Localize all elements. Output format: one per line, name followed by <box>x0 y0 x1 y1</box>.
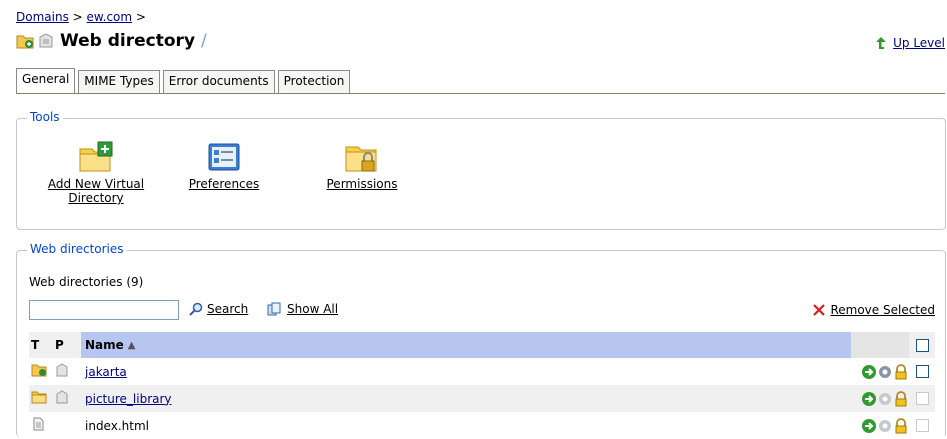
search-icon <box>189 302 203 316</box>
settings-gear-icon <box>879 392 891 405</box>
lock-icon[interactable] <box>893 363 909 380</box>
page-header: Web directory / <box>16 30 207 52</box>
tab-divider <box>16 93 945 94</box>
table-header: T P Name ▲ <box>29 332 935 358</box>
search-link[interactable]: Search <box>207 302 248 316</box>
add-virtual-directory-link[interactable]: Add New Virtual Directory <box>48 177 144 205</box>
file-name: index.html <box>85 418 149 433</box>
go-arrow-icon[interactable] <box>861 391 877 407</box>
settings-gear-icon <box>879 419 891 432</box>
permission-icon <box>39 33 53 48</box>
tools-legend: Tools <box>27 110 63 124</box>
permission-icon <box>56 363 68 377</box>
column-permission[interactable]: P <box>55 338 81 352</box>
show-all-button[interactable]: Show All <box>267 302 338 316</box>
breadcrumb: Domains > ew.com > <box>16 10 146 24</box>
directory-link[interactable]: jakarta <box>85 365 127 379</box>
table-row: picture_library <box>29 385 935 412</box>
breadcrumb-separator: > <box>72 10 83 24</box>
show-all-link[interactable]: Show All <box>287 302 338 316</box>
search-button[interactable]: Search <box>189 302 248 316</box>
tab-error-documents[interactable]: Error documents <box>162 70 275 93</box>
breadcrumb-domains-link[interactable]: Domains <box>16 10 69 24</box>
permission-icon <box>56 390 68 404</box>
search-input[interactable] <box>29 300 179 320</box>
remove-selected-button[interactable]: Remove Selected <box>812 303 935 317</box>
table-row: index.html <box>29 412 935 439</box>
column-name[interactable]: Name ▲ <box>81 332 851 358</box>
sort-ascending-icon: ▲ <box>127 339 136 351</box>
row-checkbox[interactable] <box>915 365 929 378</box>
up-arrow-icon <box>876 37 887 49</box>
directory-link[interactable]: picture_library <box>85 392 172 406</box>
folder-lock-icon <box>345 146 377 172</box>
go-arrow-icon[interactable] <box>861 364 877 380</box>
add-virtual-directory-tool[interactable]: Add New Virtual Directory <box>41 141 151 205</box>
breadcrumb-domain-link[interactable]: ew.com <box>87 10 133 24</box>
folder-icon <box>31 391 47 404</box>
column-name-label: Name <box>85 338 124 352</box>
permissions-link[interactable]: Permissions <box>327 177 398 191</box>
tools-group: Tools Add New Virtual Directory Preferen… <box>16 110 946 230</box>
remove-selected-link[interactable]: Remove Selected <box>830 303 935 317</box>
settings-gear-icon[interactable] <box>877 364 893 380</box>
select-all-cell <box>909 338 935 352</box>
tab-general[interactable]: General <box>16 68 76 93</box>
tab-mime-types[interactable]: MIME Types <box>78 70 160 93</box>
tab-bar: General MIME Types Error documents Prote… <box>16 68 353 93</box>
permissions-tool[interactable]: Permissions <box>317 141 407 191</box>
tab-protection[interactable]: Protection <box>277 70 351 93</box>
breadcrumb-separator: > <box>135 10 146 24</box>
web-directories-table: T P Name ▲ jakarta picture_library index… <box>29 332 935 439</box>
lock-icon[interactable] <box>893 417 909 434</box>
preferences-link[interactable]: Preferences <box>189 177 260 191</box>
title-slash: / <box>201 31 207 51</box>
preferences-tool[interactable]: Preferences <box>179 141 269 191</box>
column-actions <box>851 332 909 358</box>
virtual-folder-icon <box>16 35 34 49</box>
file-icon <box>33 417 44 431</box>
up-level-button[interactable]: Up Level <box>875 36 945 50</box>
preferences-icon <box>208 143 240 171</box>
go-arrow-icon[interactable] <box>861 418 877 434</box>
show-all-icon <box>267 302 281 316</box>
column-type[interactable]: T <box>29 338 55 352</box>
virtual-folder-icon <box>31 364 47 377</box>
row-checkbox-disabled <box>915 419 929 432</box>
web-directories-legend: Web directories <box>27 242 127 256</box>
list-count: Web directories (9) <box>29 275 144 289</box>
select-all-checkbox[interactable] <box>915 338 929 352</box>
page-title: Web directory <box>60 31 196 51</box>
table-row: jakarta <box>29 358 935 385</box>
folder-add-icon <box>79 141 113 172</box>
remove-icon <box>813 304 826 316</box>
row-checkbox-disabled <box>915 392 929 405</box>
up-level-link[interactable]: Up Level <box>893 36 945 50</box>
web-directories-group: Web directories Web directories (9) Sear… <box>16 242 946 439</box>
lock-icon[interactable] <box>893 390 909 407</box>
